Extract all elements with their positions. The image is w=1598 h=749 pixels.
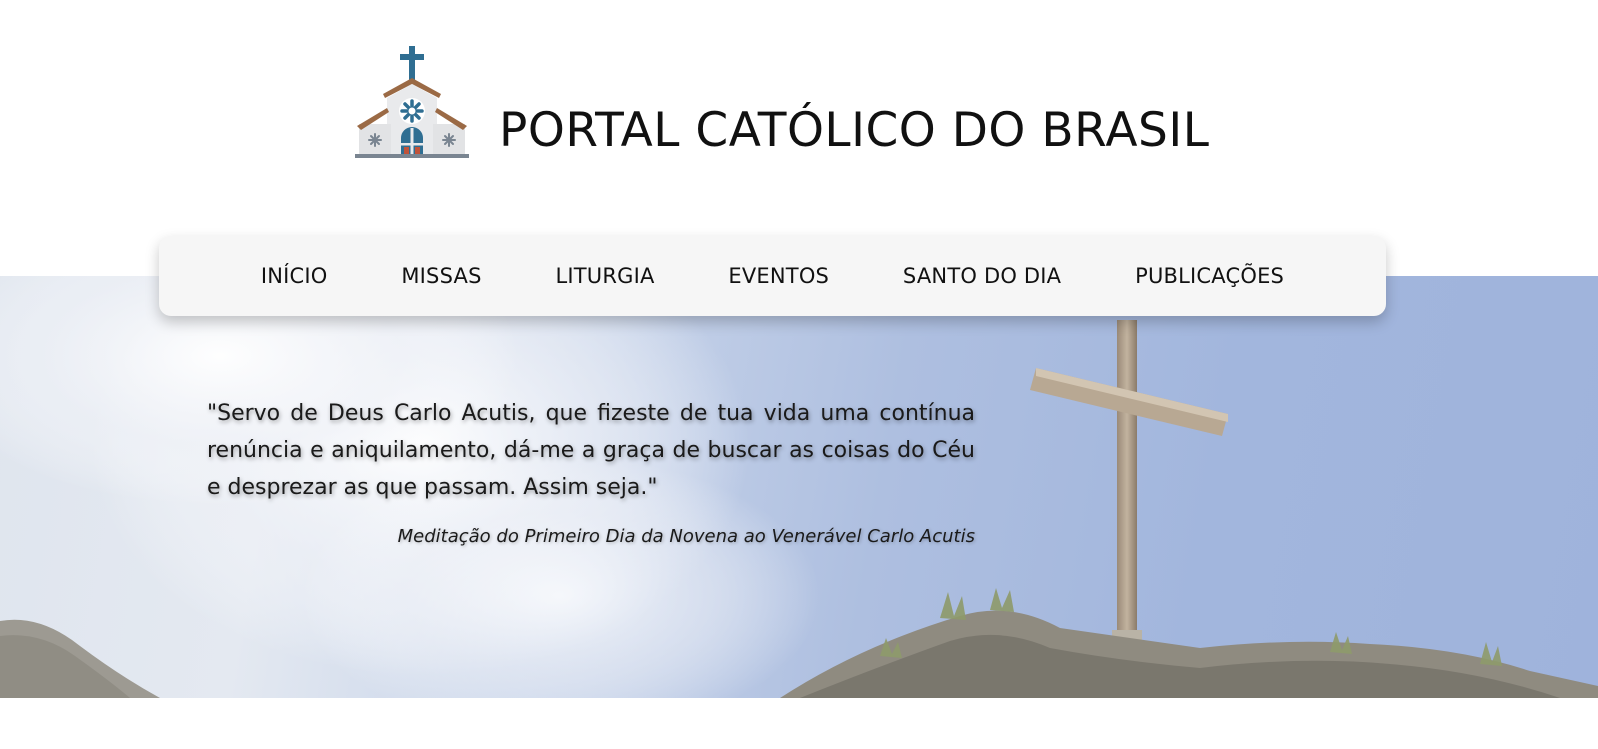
site-title[interactable]: PORTAL CATÓLICO DO BRASIL <box>499 107 1209 154</box>
quote-text: "Servo de Deus Carlo Acutis, que fizeste… <box>207 401 975 500</box>
quote-source: Meditação do Primeiro Dia da Novena ao V… <box>397 526 975 547</box>
quote-block: "Servo de Deus Carlo Acutis, que fizeste… <box>207 395 975 547</box>
site-header: PORTAL CATÓLICO DO BRASIL <box>355 44 1209 158</box>
nav-item-inicio[interactable]: INÍCIO <box>261 264 328 288</box>
nav-item-eventos[interactable]: EVENTOS <box>728 264 829 288</box>
nav-item-santo-do-dia[interactable]: SANTO DO DIA <box>903 264 1061 288</box>
nav-item-missas[interactable]: MISSAS <box>401 264 481 288</box>
church-icon[interactable] <box>355 44 469 158</box>
nav-item-liturgia[interactable]: LITURGIA <box>555 264 654 288</box>
nav-item-publicacoes[interactable]: PUBLICAÇÕES <box>1135 264 1284 288</box>
page: PORTAL CATÓLICO DO BRASIL INÍCIO MISSAS … <box>0 0 1598 749</box>
main-nav: INÍCIO MISSAS LITURGIA EVENTOS SANTO DO … <box>159 236 1386 316</box>
